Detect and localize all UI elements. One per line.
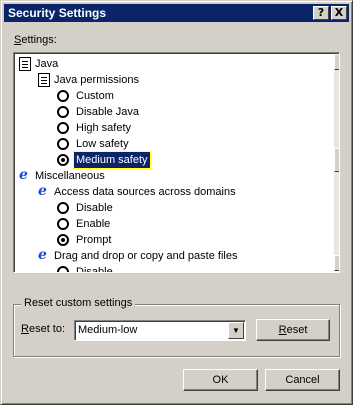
scroll-down-arrow-icon[interactable]: ▼	[334, 255, 339, 271]
close-button[interactable]: X	[331, 6, 347, 20]
dialog-title: Security Settings	[8, 6, 107, 20]
scroll-thumb[interactable]	[334, 148, 339, 172]
title-bar: Security Settings ? X	[4, 4, 349, 22]
radio-icon	[57, 138, 69, 150]
reset-level-value: Medium-low	[78, 324, 138, 336]
reset-button[interactable]: Reset	[256, 319, 330, 341]
radio-checked-icon	[57, 154, 69, 166]
document-icon	[19, 57, 31, 71]
document-icon	[38, 73, 50, 87]
chevron-down-icon[interactable]: ▼	[228, 322, 244, 339]
cancel-button[interactable]: Cancel	[265, 369, 340, 391]
help-button[interactable]: ?	[313, 6, 329, 20]
vertical-scrollbar[interactable]: ▲ ▼	[334, 54, 339, 271]
ie-icon: e	[38, 247, 47, 263]
radio-icon	[57, 218, 69, 230]
radio-icon	[57, 202, 69, 214]
settings-label: Settings:	[14, 34, 57, 46]
radio-icon	[57, 266, 69, 272]
radio-icon	[57, 90, 69, 102]
settings-tree[interactable]: Java Java permissions Custom Disable Jav…	[13, 52, 340, 273]
ok-button[interactable]: OK	[183, 369, 258, 391]
ie-icon: e	[19, 167, 28, 183]
radio-icon	[57, 122, 69, 134]
ie-icon: e	[38, 183, 47, 199]
security-settings-dialog: Security Settings ? X Settings: Java Jav…	[0, 0, 353, 405]
group-title: Reset custom settings	[21, 297, 136, 309]
radio-checked-icon	[57, 234, 69, 246]
reset-level-select[interactable]: Medium-low ▼	[74, 320, 246, 341]
radio-icon	[57, 106, 69, 118]
scroll-up-arrow-icon[interactable]: ▲	[334, 54, 339, 70]
reset-to-label: Reset to:	[21, 323, 66, 335]
